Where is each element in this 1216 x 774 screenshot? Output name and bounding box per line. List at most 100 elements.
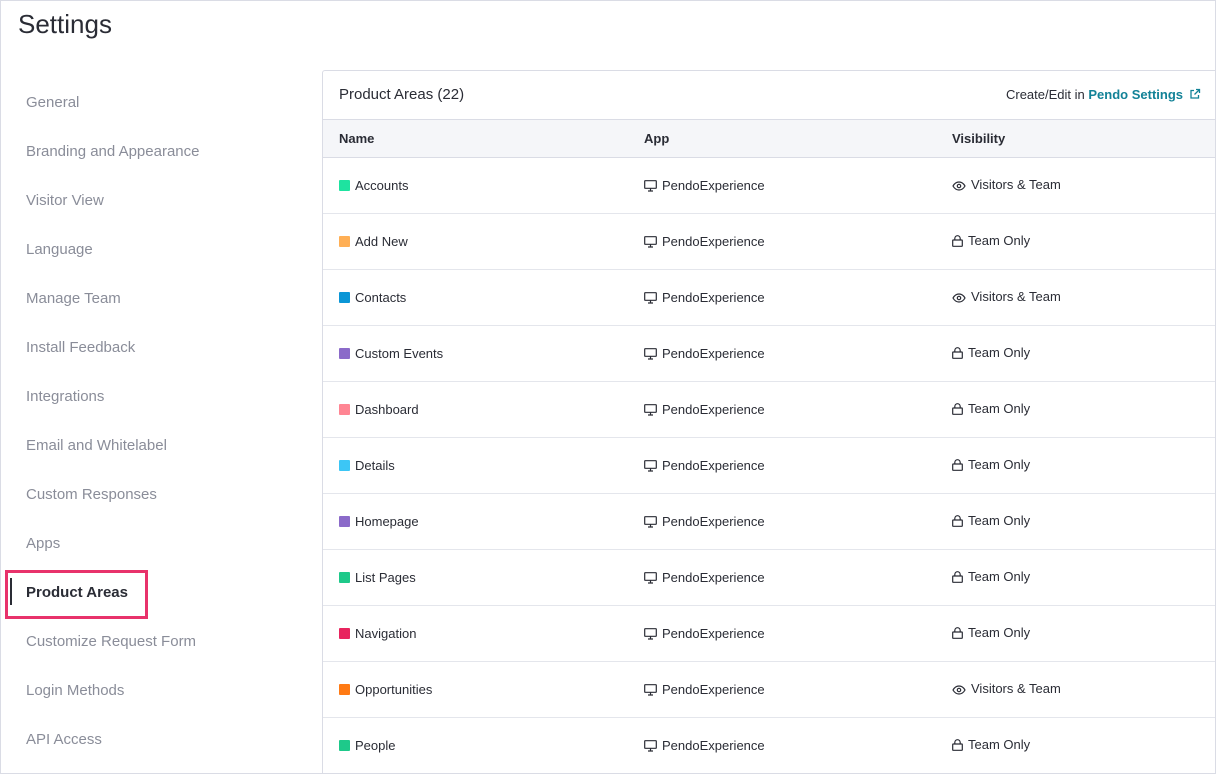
visibility-label: Visitors & Team (971, 681, 1061, 696)
lock-icon (952, 459, 963, 474)
lock-icon (952, 515, 963, 530)
monitor-icon (644, 404, 657, 419)
column-header-app[interactable]: App (644, 131, 669, 146)
pendo-settings-link-label: Pendo Settings (1088, 87, 1183, 102)
visibility-label: Visitors & Team (971, 289, 1061, 304)
app-name: PendoExperience (662, 458, 765, 473)
visibility-cell: Team Only (952, 569, 1030, 586)
table-row[interactable]: People PendoExperience Team Only (323, 718, 1215, 773)
product-area-name-cell: Opportunities (339, 682, 432, 697)
product-area-name-cell: Contacts (339, 290, 406, 305)
visibility-label: Team Only (968, 569, 1031, 584)
sidebar-item-integrations[interactable]: Integrations (1, 372, 301, 421)
sidebar-item-general[interactable]: General (1, 78, 301, 127)
app-name: PendoExperience (662, 178, 765, 193)
sidebar-item-visitor-view[interactable]: Visitor View (1, 176, 301, 225)
lock-icon (952, 627, 963, 642)
visibility-label: Team Only (968, 401, 1031, 416)
visibility-cell: Team Only (952, 345, 1030, 362)
eye-icon (952, 179, 966, 194)
product-area-name-cell: Navigation (339, 626, 416, 641)
sidebar-item-api-access[interactable]: API Access (1, 715, 301, 764)
table-row[interactable]: Dashboard PendoExperience Team Only (323, 382, 1215, 438)
sidebar-item-language[interactable]: Language (1, 225, 301, 274)
table-row[interactable]: Contacts PendoExperience Visitors & Team (323, 270, 1215, 326)
color-swatch (339, 292, 350, 303)
settings-window: Settings General Branding and Appearance V… (0, 0, 1216, 774)
eye-icon (952, 683, 966, 698)
sidebar-item-customize-request-form[interactable]: Customize Request Form (1, 617, 301, 666)
color-swatch (339, 516, 350, 527)
app-name: PendoExperience (662, 682, 765, 697)
color-swatch (339, 572, 350, 583)
visibility-cell: Visitors & Team (952, 289, 1061, 306)
page-title: Settings (18, 9, 112, 39)
monitor-icon (644, 572, 657, 587)
monitor-icon (644, 628, 657, 643)
app-name: PendoExperience (662, 514, 765, 529)
column-header-name[interactable]: Name (339, 131, 374, 146)
color-swatch (339, 180, 350, 191)
pendo-settings-link[interactable]: Pendo Settings (1088, 87, 1201, 102)
table-row[interactable]: Navigation PendoExperience Team Only (323, 606, 1215, 662)
table-row[interactable]: Homepage PendoExperience Team Only (323, 494, 1215, 550)
sidebar-item-manage-team[interactable]: Manage Team (1, 274, 301, 323)
color-swatch (339, 348, 350, 359)
visibility-label: Team Only (968, 737, 1031, 752)
product-area-name-cell: List Pages (339, 570, 416, 585)
monitor-icon (644, 460, 657, 475)
lock-icon (952, 347, 963, 362)
app-cell: PendoExperience (644, 570, 765, 587)
external-link-icon (1189, 88, 1201, 103)
product-area-name-cell: Homepage (339, 514, 419, 529)
settings-sidebar: General Branding and Appearance Visitor Vi… (1, 78, 301, 764)
app-cell: PendoExperience (644, 514, 765, 531)
table-row[interactable]: Custom Events PendoExperience Team Only (323, 326, 1215, 382)
lock-icon (952, 571, 963, 586)
table-row[interactable]: Details PendoExperience Team Only (323, 438, 1215, 494)
monitor-icon (644, 292, 657, 307)
panel-link-prefix: Create/Edit in (1005, 87, 1085, 102)
sidebar-item-apps[interactable]: Apps (1, 519, 301, 568)
product-area-name: Homepage (355, 514, 419, 529)
table-row[interactable]: Accounts PendoExperience Visitors & Team (323, 158, 1215, 214)
app-name: PendoExperience (662, 570, 765, 585)
color-swatch (339, 628, 350, 639)
table-row[interactable]: List Pages PendoExperience Team Only (323, 550, 1215, 606)
monitor-icon (644, 348, 657, 363)
panel-header: Product Areas (22) Create/Edit in Pendo … (323, 71, 1215, 120)
monitor-icon (644, 180, 657, 195)
product-areas-panel: Product Areas (22) Create/Edit in Pendo … (322, 70, 1215, 773)
monitor-icon (644, 740, 657, 755)
visibility-cell: Visitors & Team (952, 681, 1061, 698)
visibility-label: Team Only (968, 457, 1031, 472)
visibility-cell: Team Only (952, 401, 1030, 418)
visibility-cell: Team Only (952, 737, 1030, 754)
sidebar-item-branding-and-appearance[interactable]: Branding and Appearance (1, 127, 301, 176)
product-area-name-cell: Details (339, 458, 395, 473)
product-area-name-cell: Custom Events (339, 346, 443, 361)
column-header-visibility[interactable]: Visibility (952, 131, 1005, 146)
app-cell: PendoExperience (644, 402, 765, 419)
table-row[interactable]: Opportunities PendoExperience Visitors & T… (323, 662, 1215, 718)
color-swatch (339, 404, 350, 415)
app-name: PendoExperience (662, 626, 765, 641)
sidebar-item-product-areas[interactable]: Product Areas (1, 568, 301, 619)
visibility-label: Team Only (968, 345, 1031, 360)
visibility-label: Team Only (968, 625, 1031, 640)
lock-icon (952, 739, 963, 754)
monitor-icon (644, 684, 657, 699)
product-area-name: List Pages (355, 570, 416, 585)
sidebar-item-install-feedback[interactable]: Install Feedback (1, 323, 301, 372)
visibility-cell: Team Only (952, 513, 1030, 530)
app-cell: PendoExperience (644, 458, 765, 475)
table-header: Name App Visibility (323, 120, 1215, 158)
app-cell: PendoExperience (644, 682, 765, 699)
product-area-name: Details (355, 458, 395, 473)
app-cell: PendoExperience (644, 178, 765, 195)
table-row[interactable]: Add New PendoExperience Team Only (323, 214, 1215, 270)
sidebar-item-email-and-whitelabel[interactable]: Email and Whitelabel (1, 421, 301, 470)
table-body: Accounts PendoExperience Visitors & Team Ad… (323, 158, 1215, 773)
sidebar-item-login-methods[interactable]: Login Methods (1, 666, 301, 715)
sidebar-item-custom-responses[interactable]: Custom Responses (1, 470, 301, 519)
